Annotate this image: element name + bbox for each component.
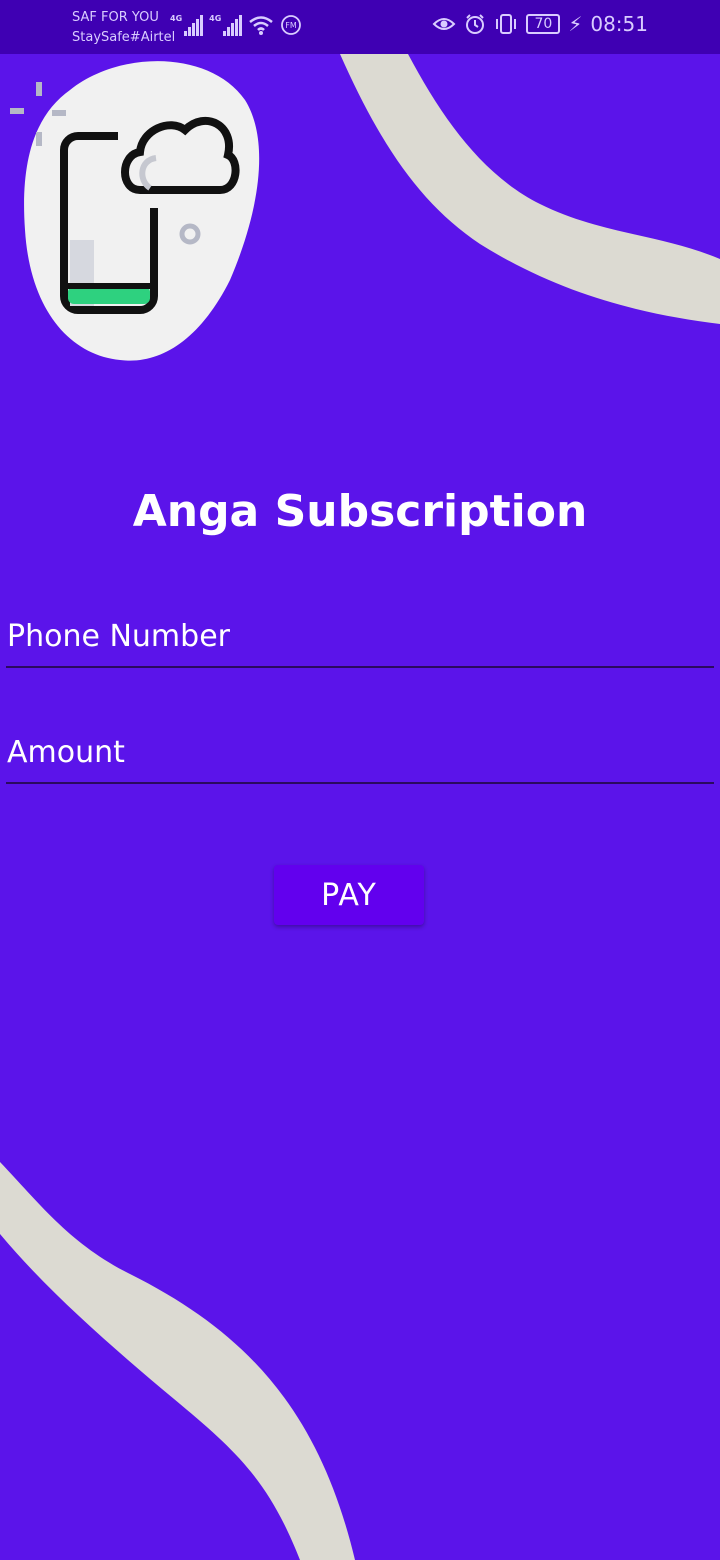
vibrate-icon [496, 14, 517, 34]
battery-indicator: 70 [526, 14, 561, 34]
top-right-curve [340, 54, 720, 324]
charging-icon: ⚡ [568, 12, 583, 36]
alarm-icon [466, 14, 485, 34]
eye-comfort-icon [433, 18, 456, 30]
page-title: Anga Subscription [132, 486, 588, 537]
status-bar: SAF FOR YOU StaySafe#Airtel 4G 4G FM 70 … [0, 0, 720, 54]
carrier-info: SAF FOR YOU StaySafe#Airtel [72, 8, 175, 48]
pay-button[interactable]: PAY [274, 865, 424, 925]
phone-number-field-container [6, 606, 715, 668]
network-type-label: 4G [209, 14, 222, 23]
phone-number-input[interactable] [6, 606, 715, 666]
signal-icon: 4G [209, 14, 243, 36]
right-status-icons: 70 ⚡ 08:51 [432, 12, 648, 36]
carrier-secondary: StaySafe#Airtel [72, 30, 176, 45]
amount-field-container [6, 722, 715, 784]
amount-input[interactable] [6, 722, 715, 782]
signal-group: 4G 4G FM [170, 14, 302, 36]
carrier-primary: SAF FOR YOU [72, 10, 159, 25]
fm-radio-icon: FM [281, 15, 302, 35]
wifi-icon [249, 16, 274, 35]
network-type-label: 4G [170, 14, 183, 23]
bottom-left-curve [0, 1162, 355, 1560]
clock: 08:51 [590, 12, 648, 36]
signal-icon: 4G [170, 14, 204, 36]
app-logo [10, 61, 260, 361]
fm-label: FM [286, 21, 298, 30]
